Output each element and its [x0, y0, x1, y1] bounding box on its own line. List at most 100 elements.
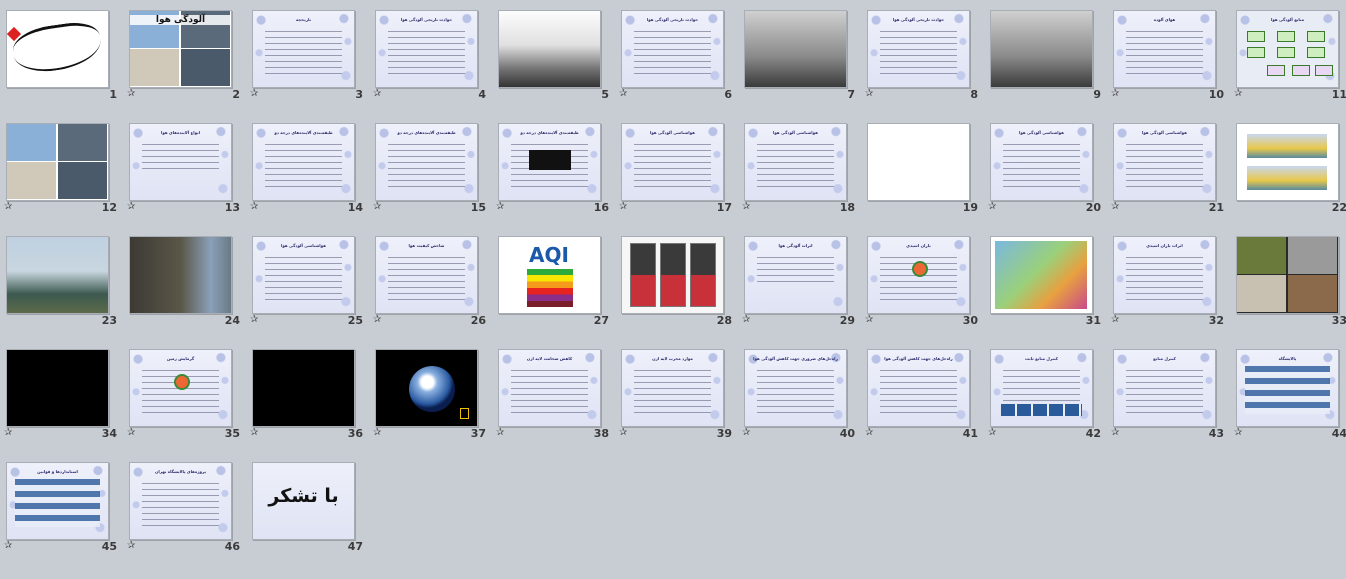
- slide-thumbnail[interactable]: راه‌حل‌های جهت کاهش آلودگی هوا: [867, 349, 970, 427]
- slide-title: انواع آلاینده‌های هوا: [160, 130, 201, 135]
- slide-thumbnail[interactable]: هواشناسی آلودگی هوا: [252, 236, 355, 314]
- slide-thumbnail[interactable]: AQI: [498, 236, 601, 314]
- star-icon[interactable]: ✰: [250, 315, 258, 325]
- star-icon[interactable]: ✰: [250, 428, 258, 438]
- slide-thumbnail[interactable]: [6, 236, 109, 314]
- star-icon[interactable]: ✰: [373, 202, 381, 212]
- aqi-scale: [527, 269, 573, 307]
- star-icon[interactable]: ✰: [127, 428, 135, 438]
- star-icon[interactable]: ✰: [373, 315, 381, 325]
- slide-thumbnail[interactable]: کنترل منابع ثابت: [990, 349, 1093, 427]
- slide-thumbnail[interactable]: طبقه‌بندی آلاینده‌های درجه دو: [375, 123, 478, 201]
- slide-thumbnail[interactable]: هواشناسی آلودگی هوا: [1113, 123, 1216, 201]
- slide-thumbnail[interactable]: هواشناسی آلودگی هوا: [744, 123, 847, 201]
- slide-thumbnail[interactable]: طبقه‌بندی آلاینده‌های درجه دو: [252, 123, 355, 201]
- star-icon[interactable]: ✰: [373, 89, 381, 99]
- star-icon[interactable]: ✰: [865, 428, 873, 438]
- star-icon[interactable]: ✰: [619, 89, 627, 99]
- slide-title: حوادث تاریخی آلودگی هوا: [400, 17, 453, 22]
- slide-thumbnail[interactable]: آلودگی هوا: [129, 10, 232, 88]
- slide-text-lines: [757, 144, 834, 188]
- slide-thumbnail[interactable]: حوادث تاریخی آلودگی هوا: [621, 10, 724, 88]
- slide-logo: [174, 374, 190, 390]
- slide-thumbnail[interactable]: هواشناسی آلودگی هوا: [621, 123, 724, 201]
- slide-thumbnail[interactable]: [6, 10, 109, 88]
- star-icon[interactable]: ✰: [496, 202, 504, 212]
- star-icon[interactable]: ✰: [742, 315, 750, 325]
- star-icon[interactable]: ✰: [865, 89, 873, 99]
- slide-thumbnail-cell: کنترل منابع ✰ 43: [1107, 341, 1230, 453]
- slide-thumbnail[interactable]: شاخص کیفیت هوا: [375, 236, 478, 314]
- slide-thumbnail[interactable]: کنترل منابع: [1113, 349, 1216, 427]
- slide-title: باران اسیدی: [906, 243, 931, 248]
- star-icon[interactable]: ✰: [1111, 89, 1119, 99]
- slide-number: 37: [470, 427, 486, 440]
- slide-thumbnail[interactable]: حوادث تاریخی آلودگی هوا: [867, 10, 970, 88]
- star-icon[interactable]: ✰: [127, 541, 135, 551]
- slide-thumbnail-cell: ✰ 37: [369, 341, 492, 453]
- slide-thumbnail[interactable]: [6, 349, 109, 427]
- star-icon[interactable]: ✰: [619, 428, 627, 438]
- slide-text-lines: [388, 31, 465, 75]
- star-icon[interactable]: ✰: [4, 202, 12, 212]
- slide-thumbnail[interactable]: انواع آلاینده‌های هوا: [129, 123, 232, 201]
- star-icon[interactable]: ✰: [4, 541, 12, 551]
- slide-thumbnail[interactable]: حوادث تاریخی آلودگی هوا: [375, 10, 478, 88]
- slide-thumbnail[interactable]: پروژه‌های پالایشگاه تهران: [129, 462, 232, 540]
- slide-thumbnail[interactable]: [867, 123, 970, 201]
- calligraphy-image: [10, 19, 104, 76]
- slide-thumbnail[interactable]: تاریخچه: [252, 10, 355, 88]
- star-icon[interactable]: ✰: [1234, 428, 1242, 438]
- thermometer-image: [630, 243, 656, 307]
- slide-thumbnail[interactable]: هواشناسی آلودگی هوا: [990, 123, 1093, 201]
- slide-thumbnail-cell: هواشناسی آلودگی هوا ✰ 17: [615, 115, 738, 227]
- slide-text-lines: [880, 370, 957, 414]
- slide-thumbnail[interactable]: [621, 236, 724, 314]
- slide-thumbnail[interactable]: [375, 349, 478, 427]
- star-icon[interactable]: ✰: [742, 428, 750, 438]
- slide-thumbnail-cell: 23: [0, 228, 123, 340]
- slide-thumbnail[interactable]: [129, 236, 232, 314]
- star-icon[interactable]: ✰: [619, 202, 627, 212]
- slide-thumbnail[interactable]: [990, 10, 1093, 88]
- slide-thumbnail[interactable]: اثرات باران اسیدی: [1113, 236, 1216, 314]
- slide-thumbnail[interactable]: منابع آلودگی هوا: [1236, 10, 1339, 88]
- slide-thumbnail[interactable]: [6, 123, 109, 201]
- star-icon[interactable]: ✰: [1111, 428, 1119, 438]
- slide-thumbnail[interactable]: راه‌حل‌های ضروری جهت کاهش آلودگی هوا: [744, 349, 847, 427]
- slide-thumbnail[interactable]: استانداردها و قوانین: [6, 462, 109, 540]
- star-icon[interactable]: ✰: [865, 315, 873, 325]
- slide-thumbnail[interactable]: موارد مخرب لایه ازن: [621, 349, 724, 427]
- star-icon[interactable]: ✰: [988, 202, 996, 212]
- star-icon[interactable]: ✰: [4, 428, 12, 438]
- star-icon[interactable]: ✰: [250, 202, 258, 212]
- slide-thumbnail[interactable]: [1236, 123, 1339, 201]
- slide-number: 7: [847, 88, 855, 101]
- slide-text-lines: [265, 144, 342, 188]
- star-icon[interactable]: ✰: [742, 202, 750, 212]
- star-icon[interactable]: ✰: [373, 428, 381, 438]
- star-icon[interactable]: ✰: [127, 89, 135, 99]
- star-icon[interactable]: ✰: [127, 202, 135, 212]
- slide-thumbnail[interactable]: [1236, 236, 1339, 314]
- slide-thumbnail[interactable]: اثرات آلودگی هوا: [744, 236, 847, 314]
- slide-thumbnail[interactable]: [498, 10, 601, 88]
- slide-thumbnail[interactable]: کاهش ضخامت لایه ازن: [498, 349, 601, 427]
- slide-thumbnail[interactable]: باران اسیدی: [867, 236, 970, 314]
- slide-thumbnail[interactable]: پالایشگاه: [1236, 349, 1339, 427]
- slide-thumbnail[interactable]: [744, 10, 847, 88]
- star-icon[interactable]: ✰: [1234, 89, 1242, 99]
- star-icon[interactable]: ✰: [250, 89, 258, 99]
- slide-thumbnail[interactable]: طبقه‌بندی آلاینده‌های درجه دو: [498, 123, 601, 201]
- slide-thumbnail[interactable]: گرمایش زمین: [129, 349, 232, 427]
- slide-number: 46: [224, 540, 240, 553]
- slide-thumbnail[interactable]: هوای آلوده: [1113, 10, 1216, 88]
- slide-thumbnail[interactable]: با تشکر: [252, 462, 355, 540]
- slide-thumbnail[interactable]: [990, 236, 1093, 314]
- star-icon[interactable]: ✰: [1111, 202, 1119, 212]
- star-icon[interactable]: ✰: [496, 428, 504, 438]
- slide-thumbnail[interactable]: [252, 349, 355, 427]
- star-icon[interactable]: ✰: [988, 428, 996, 438]
- slide-number: 21: [1208, 201, 1224, 214]
- star-icon[interactable]: ✰: [1111, 315, 1119, 325]
